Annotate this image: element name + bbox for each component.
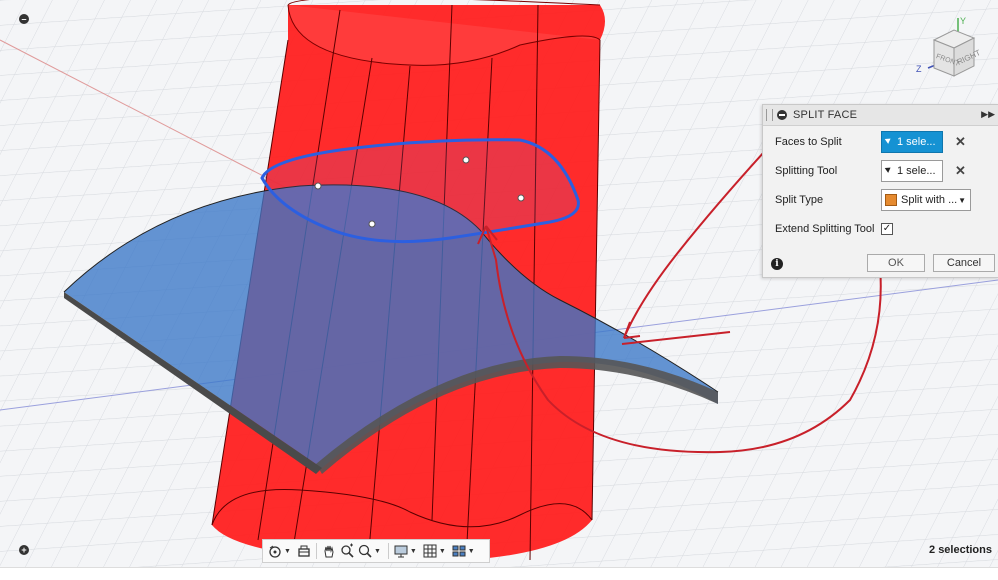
collapse-browser-button[interactable]: – bbox=[15, 12, 33, 26]
clear-splitting-tool-icon[interactable]: ✕ bbox=[955, 163, 966, 179]
axis-z-label: Z bbox=[916, 64, 922, 74]
split-type-icon bbox=[885, 194, 897, 206]
display-mode-icon bbox=[394, 545, 408, 558]
splitting-tool-select-button[interactable]: 1 sele... bbox=[881, 160, 943, 182]
axis-y-label: Y bbox=[960, 16, 966, 26]
look-at-button[interactable] bbox=[296, 542, 312, 560]
split-type-label: Split Type bbox=[775, 194, 824, 206]
collapse-dialog-icon[interactable] bbox=[777, 110, 787, 120]
zoom-icon bbox=[341, 543, 354, 558]
faces-to-split-select-button[interactable]: 1 sele... bbox=[881, 131, 943, 153]
cancel-button[interactable]: Cancel bbox=[933, 254, 995, 272]
fit-button[interactable]: ▼ bbox=[357, 542, 384, 560]
faces-to-split-row: Faces to Split 1 sele... ✕ bbox=[775, 130, 995, 154]
info-icon[interactable]: i bbox=[771, 258, 783, 270]
split-type-value: Split with ... bbox=[901, 194, 958, 206]
toolbar-divider bbox=[315, 543, 317, 559]
control-point[interactable] bbox=[314, 182, 322, 190]
fit-icon bbox=[358, 544, 372, 558]
cursor-arrow-icon bbox=[884, 136, 893, 144]
expand-comments-button[interactable]: + bbox=[15, 543, 33, 557]
faces-to-split-value: 1 sele... bbox=[897, 136, 936, 148]
splitting-tool-label: Splitting Tool bbox=[775, 165, 838, 177]
dialog-footer: i OK Cancel bbox=[763, 251, 998, 277]
cursor-arrow-icon bbox=[884, 165, 893, 173]
selection-count: 2 selections bbox=[929, 544, 992, 556]
split-face-dialog: SPLIT FACE ▶▶ Faces to Split 1 sele... ✕… bbox=[762, 104, 998, 278]
look-at-icon bbox=[298, 545, 310, 557]
splitting-tool-row: Splitting Tool 1 sele... ✕ bbox=[775, 159, 995, 183]
clear-faces-icon[interactable]: ✕ bbox=[955, 134, 966, 150]
ok-button[interactable]: OK bbox=[867, 254, 925, 272]
display-mode-button[interactable]: ▼ bbox=[393, 542, 420, 560]
expand-dialog-icon[interactable]: ▶▶ bbox=[981, 109, 995, 120]
faces-to-split-label: Faces to Split bbox=[775, 136, 842, 148]
control-point[interactable] bbox=[462, 156, 470, 164]
toolbar-divider bbox=[387, 543, 389, 559]
extend-splitting-tool-row: Extend Splitting Tool ✓ bbox=[775, 217, 995, 241]
orbit-button[interactable]: ▼ bbox=[267, 542, 294, 560]
split-type-row: Split Type Split with ... ▼ bbox=[775, 188, 995, 212]
navigation-toolbar: ▼ ▼ ▼ ▼ ▼ bbox=[262, 539, 490, 563]
extend-splitting-tool-label: Extend Splitting Tool bbox=[775, 223, 875, 235]
drag-handle[interactable] bbox=[766, 109, 773, 121]
bottom-strip bbox=[0, 567, 998, 580]
pan-button[interactable] bbox=[321, 542, 337, 560]
viewports-icon bbox=[452, 545, 466, 557]
extend-splitting-tool-checkbox[interactable]: ✓ bbox=[881, 223, 893, 235]
grid-button[interactable]: ▼ bbox=[422, 542, 449, 560]
dialog-title: SPLIT FACE bbox=[793, 109, 858, 121]
pan-icon bbox=[324, 545, 334, 558]
splitting-tool-value: 1 sele... bbox=[897, 165, 936, 177]
zoom-button[interactable] bbox=[339, 542, 355, 560]
view-cube[interactable]: Y Z FRONT RIGHT bbox=[912, 14, 998, 94]
orbit-icon bbox=[269, 545, 281, 558]
chevron-down-icon: ▼ bbox=[958, 195, 966, 205]
control-point[interactable] bbox=[517, 194, 525, 202]
split-type-dropdown[interactable]: Split with ... ▼ bbox=[881, 189, 971, 211]
control-point[interactable] bbox=[368, 220, 376, 228]
dialog-header[interactable]: SPLIT FACE ▶▶ bbox=[763, 105, 998, 126]
viewports-button[interactable]: ▼ bbox=[451, 542, 478, 560]
3d-scene[interactable] bbox=[0, 0, 998, 567]
grid-icon bbox=[423, 544, 437, 558]
canvas-viewport[interactable]: – + Y Z FRONT RIGHT SPLIT FACE ▶▶ Faces … bbox=[0, 0, 998, 567]
